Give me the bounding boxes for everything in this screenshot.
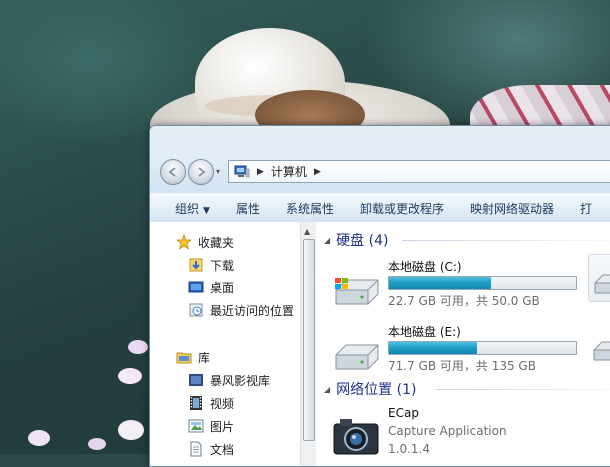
- camera-icon: [333, 419, 379, 455]
- nav-item-documents[interactable]: 文档: [188, 439, 234, 459]
- breadcrumb-separator[interactable]: ▶: [257, 167, 264, 177]
- drive-c[interactable]: 本地磁盘 (C:) 22.7 GB 可用，共 50.0 GB: [332, 260, 602, 320]
- film-icon: [188, 395, 204, 411]
- forward-button[interactable]: [188, 159, 214, 185]
- group-hard-disks[interactable]: ◢ 硬盘 (4): [324, 230, 388, 250]
- back-button[interactable]: [160, 159, 186, 185]
- nav-libraries[interactable]: 库: [176, 347, 210, 367]
- back-arrow-icon: [168, 167, 176, 177]
- collapse-triangle-icon: ◢: [324, 235, 331, 245]
- drive-name: 本地磁盘 (C:): [388, 260, 462, 274]
- nav-libraries-label: 库: [198, 350, 211, 365]
- nav-item-label: 暴风影视库: [210, 373, 271, 388]
- group-hard-disks-label: 硬盘 (4): [336, 233, 389, 249]
- drive-usage-fill: [389, 277, 492, 289]
- nav-item-label: 下载: [210, 258, 235, 273]
- nav-item-desktop[interactable]: 桌面: [188, 277, 234, 297]
- drive-name: 本地磁盘 (E:): [388, 325, 461, 339]
- library-folder-icon: [176, 349, 192, 365]
- nav-favorites[interactable]: 收藏夹: [176, 232, 234, 252]
- picture-icon: [188, 418, 204, 434]
- recent-pages-dropdown[interactable]: ▾: [216, 167, 220, 176]
- command-toolbar: 组织 ▼ 属性 系统属性 卸载或更改程序 映射网络驱动器 打: [150, 193, 610, 223]
- drive-icon: [594, 274, 610, 294]
- folder-download-icon: [188, 257, 204, 273]
- wallpaper-flower: [28, 430, 50, 446]
- toolbar-open-control-panel[interactable]: 打: [567, 200, 605, 217]
- windows-drive-icon: [335, 278, 379, 305]
- star-icon: [176, 234, 192, 250]
- drive-e[interactable]: 本地磁盘 (E:) 71.7 GB 可用，共 135 GB: [332, 325, 602, 385]
- nav-item-label: 图片: [210, 419, 235, 434]
- wallpaper-flower: [118, 368, 142, 384]
- drive-partial-f[interactable]: [588, 322, 610, 368]
- toolbar-properties[interactable]: 属性: [223, 200, 273, 217]
- toolbar-uninstall-programs[interactable]: 卸载或更改程序: [347, 200, 457, 217]
- chevron-down-icon: ▼: [203, 205, 210, 216]
- recent-places-icon: [188, 302, 204, 318]
- scrollbar-thumb[interactable]: [303, 239, 315, 441]
- navigation-scrollbar[interactable]: ▲: [300, 222, 317, 466]
- collapse-triangle-icon: ◢: [324, 384, 331, 394]
- desktop-icon: [188, 279, 204, 295]
- document-icon: [188, 441, 204, 457]
- nav-item-pictures[interactable]: 图片: [188, 416, 234, 436]
- group-network-label: 网络位置 (1): [336, 382, 417, 398]
- video-library-icon: [188, 372, 204, 388]
- drive-partial-d[interactable]: [588, 254, 610, 302]
- toolbar-organize-label: 组织: [175, 201, 200, 216]
- drive-usage-fill: [389, 342, 477, 354]
- nav-item-label: 桌面: [210, 280, 235, 295]
- drive-icon: [335, 344, 379, 370]
- breadcrumb-computer[interactable]: 计算机: [271, 163, 307, 180]
- nav-item-videos[interactable]: 视频: [188, 393, 234, 413]
- nav-item-label: 视频: [210, 396, 235, 411]
- baidu-watermark-logo: [466, 390, 582, 426]
- drive-space-info: 71.7 GB 可用，共 135 GB: [388, 359, 536, 373]
- forward-arrow-icon: [198, 167, 206, 177]
- wallpaper-flower: [128, 340, 148, 354]
- nav-item-storm-video-library[interactable]: 暴风影视库: [188, 370, 270, 390]
- toolbar-system-properties[interactable]: 系统属性: [273, 200, 347, 217]
- nav-item-label: 文档: [210, 442, 235, 457]
- drive-space-info: 22.7 GB 可用，共 50.0 GB: [388, 294, 540, 308]
- nav-item-label: 最近访问的位置: [210, 303, 295, 318]
- scroll-up-arrow-icon[interactable]: ▲: [304, 227, 310, 236]
- navigation-pane: 收藏夹 下载 桌面 最近访问的位置 库 暴风影视库 视频 图片 文档: [150, 222, 300, 466]
- toolbar-map-network-drive[interactable]: 映射网络驱动器: [457, 200, 567, 217]
- nav-favorites-label: 收藏夹: [198, 235, 235, 250]
- wallpaper-flower: [118, 420, 144, 440]
- drive-icon: [593, 341, 610, 361]
- nav-item-downloads[interactable]: 下载: [188, 255, 234, 275]
- network-item-name: ECap: [388, 406, 419, 420]
- breadcrumb-separator[interactable]: ▶: [314, 167, 321, 177]
- computer-icon: [234, 165, 250, 178]
- drive-usage-bar: [388, 276, 577, 290]
- nav-item-recent-places[interactable]: 最近访问的位置: [188, 300, 294, 320]
- wallpaper-flower: [88, 438, 106, 450]
- address-bar[interactable]: ▶ 计算机 ▶: [228, 160, 610, 183]
- toolbar-organize[interactable]: 组织 ▼: [150, 200, 223, 217]
- group-divider: [402, 240, 610, 241]
- drive-usage-bar: [388, 341, 577, 355]
- group-network-locations[interactable]: ◢ 网络位置 (1): [324, 379, 416, 399]
